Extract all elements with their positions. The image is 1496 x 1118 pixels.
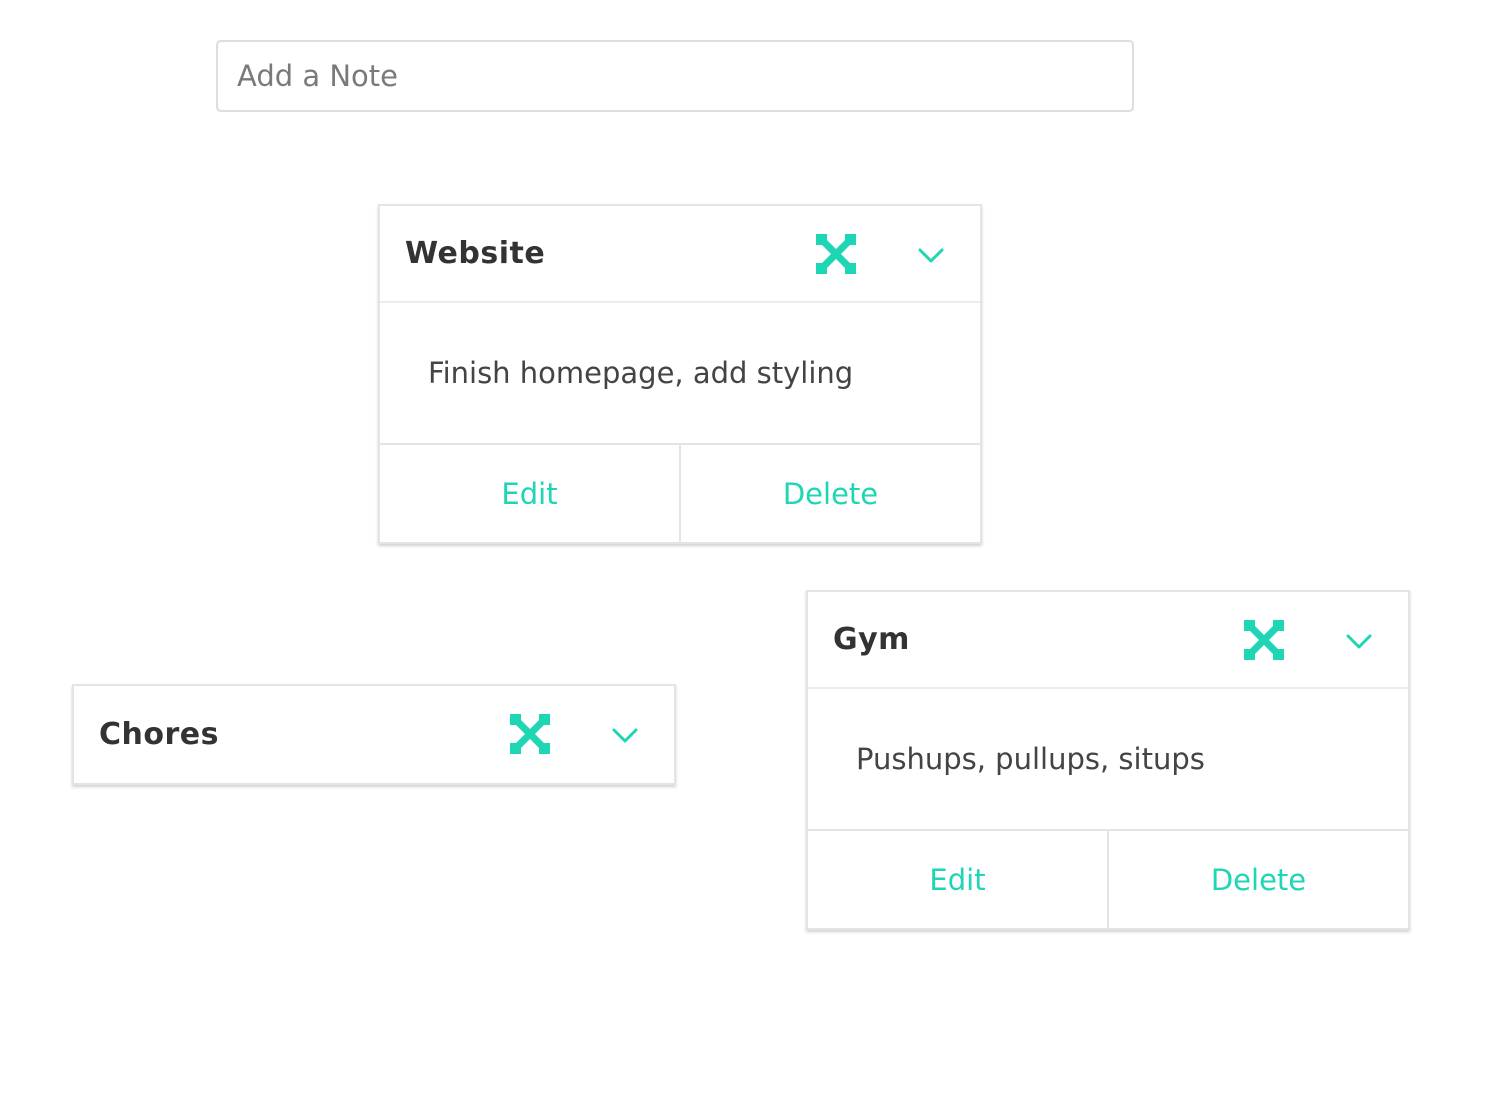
chevron-down-icon[interactable] [1342,628,1376,654]
note-header[interactable]: Website [380,206,980,303]
note-title: Chores [99,717,219,752]
notes-board: Website Finish homepage, add styling [0,0,1496,1118]
edit-button[interactable]: Edit [380,445,681,542]
expand-arrows-icon[interactable] [510,714,550,754]
note-header[interactable]: Gym [808,592,1408,689]
note-title: Website [405,236,546,271]
chevron-down-icon[interactable] [608,722,642,748]
note-actions: Edit Delete [380,445,980,542]
add-note-input[interactable] [216,40,1134,112]
note-title: Gym [833,622,910,657]
note-text: Finish homepage, add styling [428,356,854,390]
delete-button[interactable]: Delete [681,445,980,542]
add-note-container [216,40,1134,112]
note-card-website[interactable]: Website Finish homepage, add styling Edi… [378,204,982,544]
note-header[interactable]: Chores [74,686,674,783]
note-text: Pushups, pullups, situps [856,742,1205,776]
note-body: Finish homepage, add styling [380,303,980,445]
note-card-gym[interactable]: Gym Pushups, pullups, situps Edit Delete [806,590,1410,930]
expand-arrows-icon[interactable] [816,234,856,274]
edit-button[interactable]: Edit [808,831,1109,928]
expand-arrows-icon[interactable] [1244,620,1284,660]
note-actions: Edit Delete [808,831,1408,928]
note-card-chores[interactable]: Chores [72,684,676,785]
note-body: Pushups, pullups, situps [808,689,1408,831]
chevron-down-icon[interactable] [914,242,948,268]
delete-button[interactable]: Delete [1109,831,1408,928]
